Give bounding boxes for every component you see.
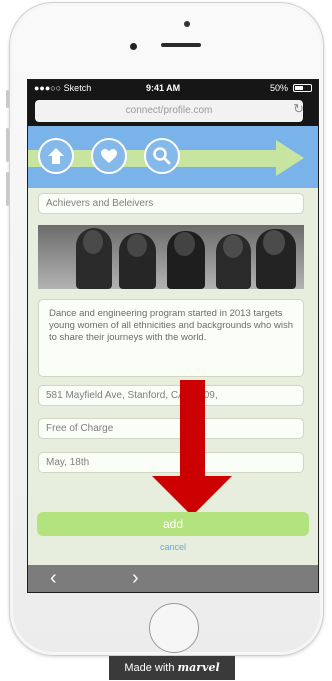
- front-camera: [130, 43, 137, 50]
- price-field[interactable]: Free of Charge: [38, 418, 304, 439]
- mute-switch: [6, 90, 9, 108]
- made-with-label: Made with: [124, 662, 178, 674]
- group-photo: [38, 225, 304, 289]
- annotation-arrow-head: [152, 476, 232, 516]
- clock: 9:41 AM: [146, 83, 181, 93]
- carrier-label: ●●●○○ Sketch: [34, 83, 92, 93]
- volume-up-button: [6, 128, 9, 162]
- banner-arrow-head: [276, 140, 304, 176]
- volume-down-button: [6, 172, 9, 206]
- cancel-link[interactable]: cancel: [28, 542, 318, 552]
- date-field[interactable]: May, 18th: [38, 452, 304, 473]
- home-button[interactable]: [38, 138, 74, 174]
- url-field[interactable]: connect/profile.com: [35, 100, 303, 122]
- annotation-arrow: [180, 380, 205, 477]
- back-icon[interactable]: ‹: [50, 567, 57, 590]
- browser-bar: connect/profile.com ↻: [28, 96, 318, 126]
- marvel-brand: marvel: [177, 661, 220, 674]
- search-icon: [153, 147, 171, 165]
- reload-icon[interactable]: ↻: [293, 101, 304, 117]
- camera-dot: [184, 21, 190, 27]
- browser-toolbar: ‹ ›: [28, 565, 318, 592]
- address-field[interactable]: 581 Mayfield Ave, Stanford, CA 94309,: [38, 385, 304, 406]
- description-textarea[interactable]: Dance and engineering program started in…: [38, 299, 304, 377]
- speaker-grill: [161, 43, 201, 47]
- favorite-button[interactable]: [91, 138, 127, 174]
- add-button[interactable]: add: [37, 512, 309, 536]
- device-screen: ●●●○○ Sketch 9:41 AM 50% connect/profile…: [27, 79, 319, 593]
- forward-icon[interactable]: ›: [132, 567, 139, 590]
- search-button[interactable]: [144, 138, 180, 174]
- title-field[interactable]: Achievers and Beleivers: [38, 193, 304, 214]
- home-icon: [48, 148, 64, 164]
- status-bar: ●●●○○ Sketch 9:41 AM 50%: [28, 80, 318, 96]
- battery-icon: [293, 84, 312, 92]
- made-with-marvel-badge[interactable]: Made with marvel: [109, 656, 235, 680]
- heart-icon: [101, 149, 117, 163]
- home-button[interactable]: [149, 603, 199, 653]
- battery-percent: 50%: [269, 83, 288, 93]
